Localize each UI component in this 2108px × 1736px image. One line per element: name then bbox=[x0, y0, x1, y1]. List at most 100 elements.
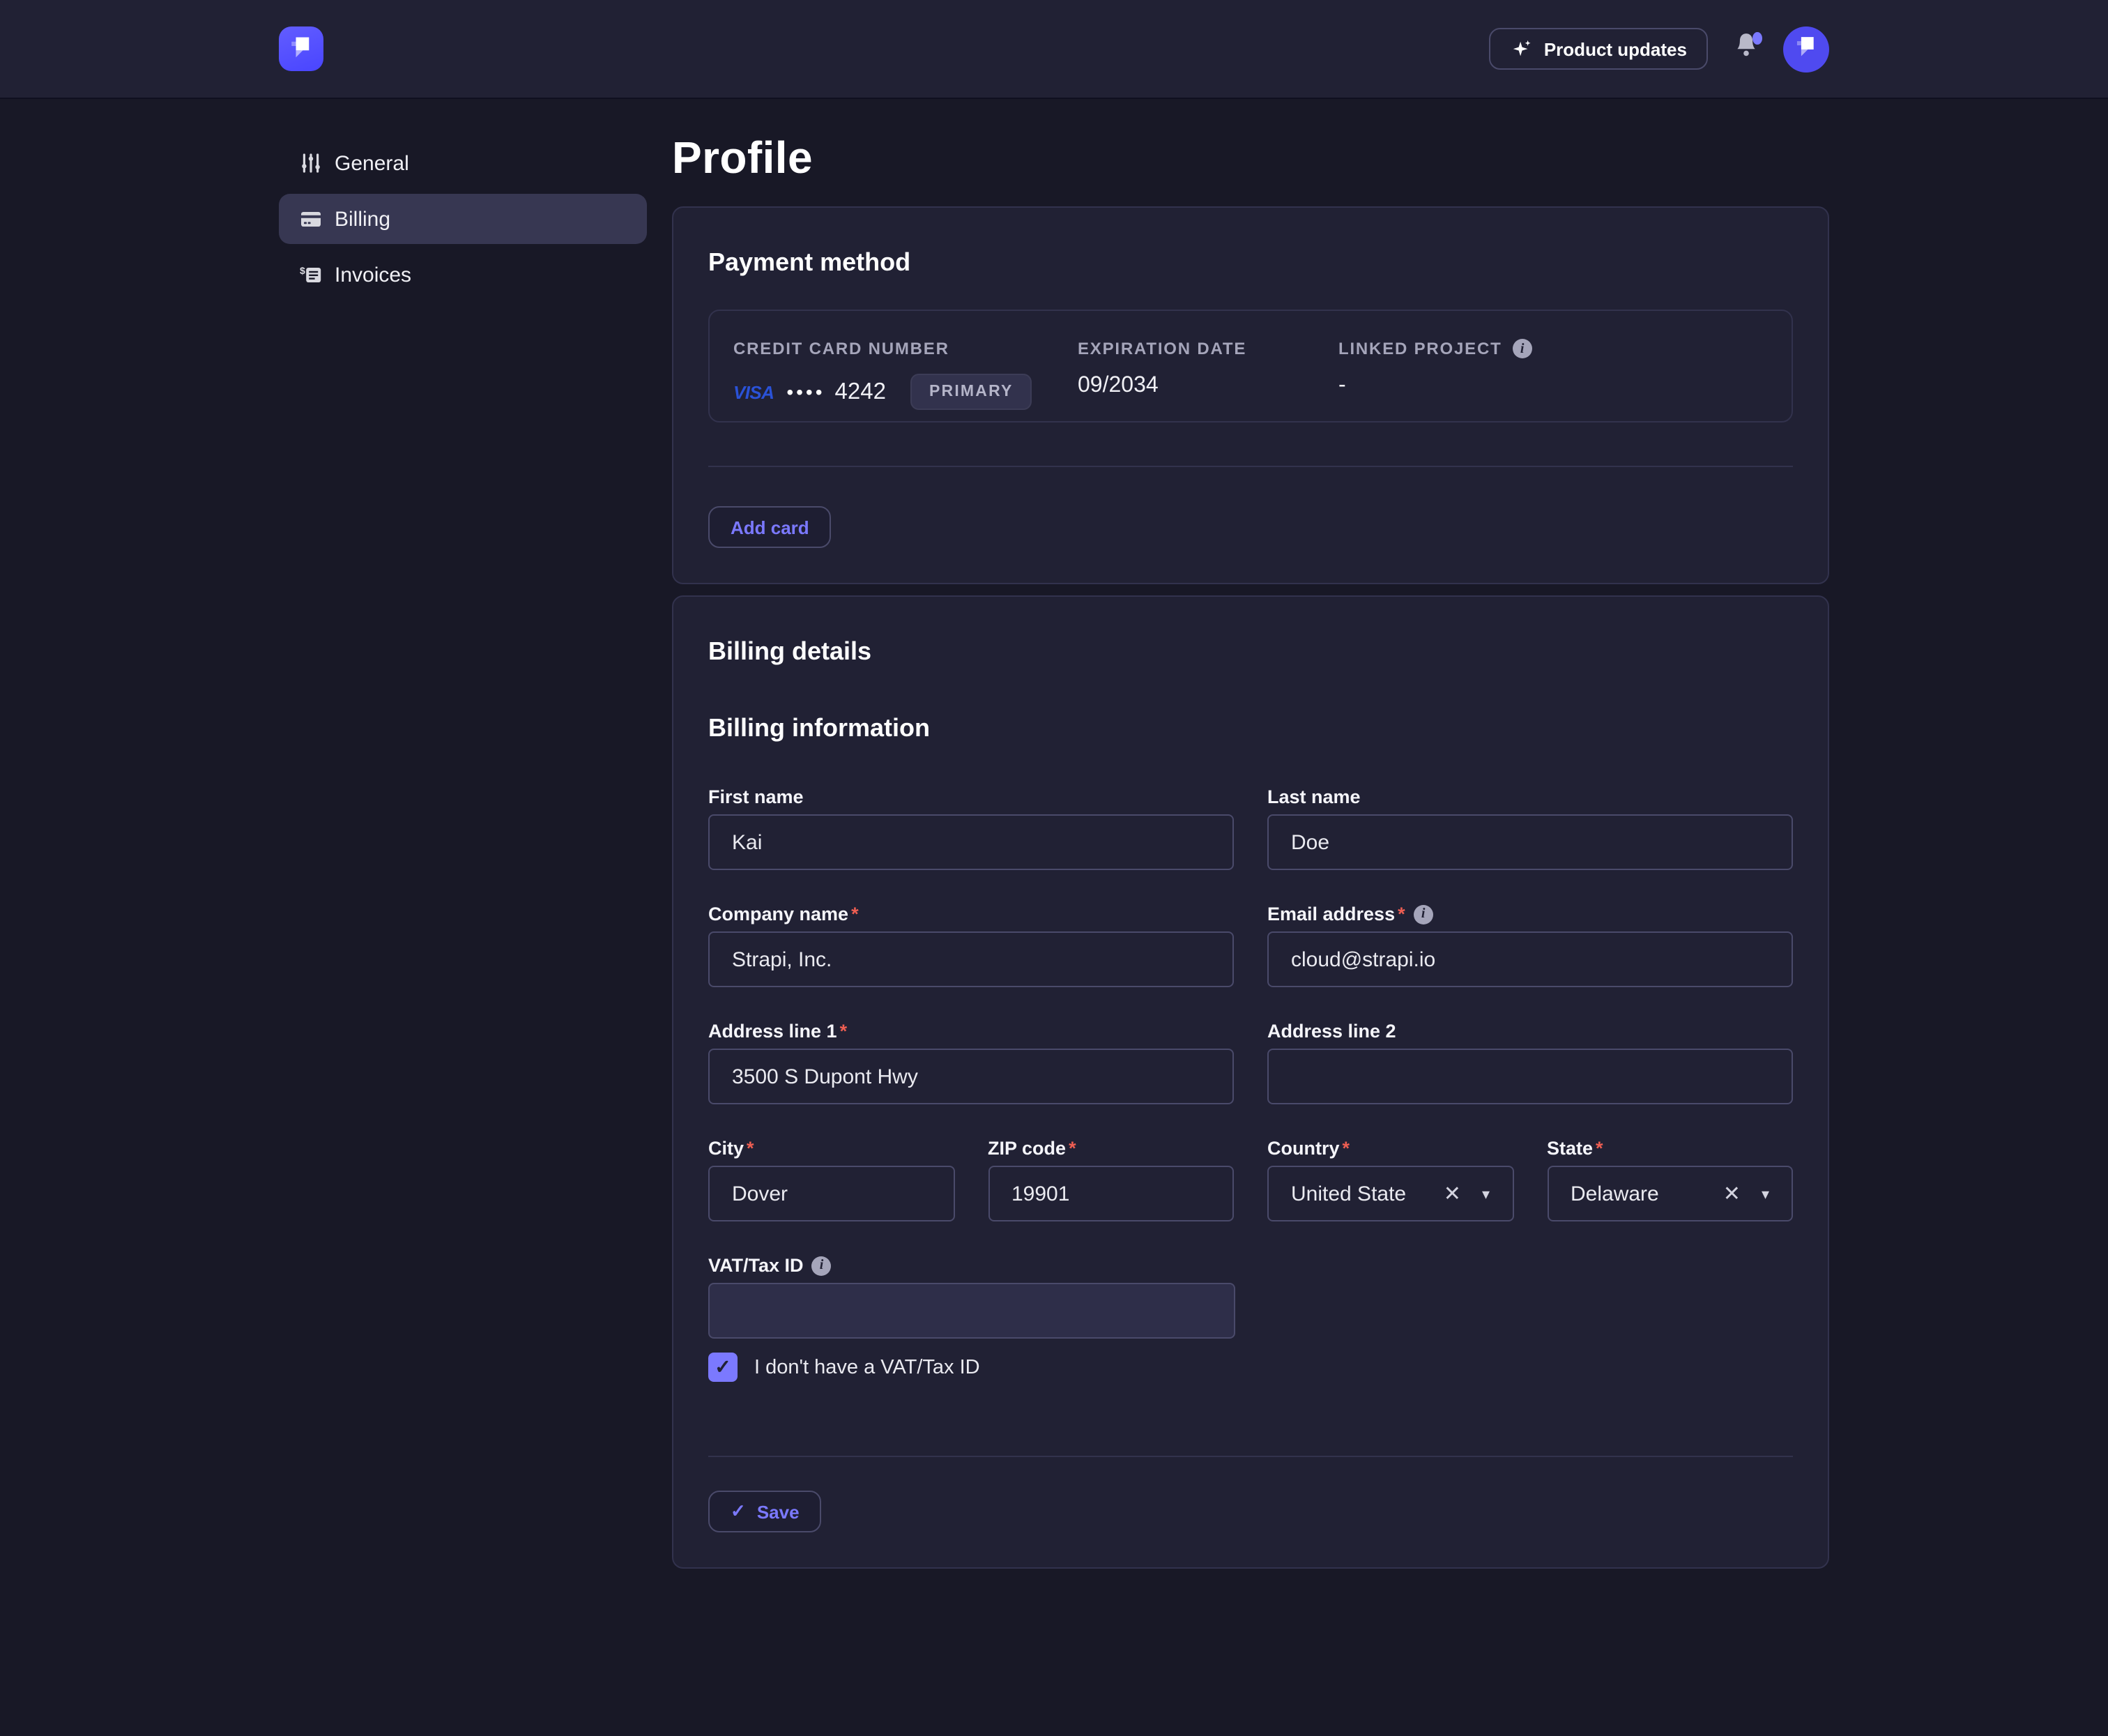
expiration-value: 09/2034 bbox=[1078, 374, 1338, 399]
address1-input[interactable] bbox=[708, 1049, 1234, 1104]
last-name-input[interactable] bbox=[1267, 814, 1793, 870]
payment-divider bbox=[708, 466, 1793, 467]
strapi-logo-icon bbox=[287, 31, 315, 66]
visa-logo: VISA bbox=[733, 381, 774, 402]
chevron-down-icon[interactable]: ▾ bbox=[1482, 1185, 1490, 1203]
zip-label: ZIP code bbox=[988, 1136, 1066, 1160]
vat-checkbox[interactable]: ✓ bbox=[708, 1353, 738, 1382]
billing-form: First name Last name Company name bbox=[708, 785, 1793, 1532]
info-icon[interactable]: i bbox=[1414, 904, 1433, 924]
sidebar-item-label: Invoices bbox=[335, 263, 411, 287]
info-icon[interactable]: i bbox=[1513, 339, 1533, 358]
invoice-icon: $ bbox=[300, 264, 322, 286]
chevron-down-icon[interactable]: ▾ bbox=[1762, 1185, 1769, 1203]
country-value: United State bbox=[1291, 1182, 1444, 1205]
save-button[interactable]: ✓ Save bbox=[708, 1491, 822, 1532]
country-label: Country bbox=[1267, 1136, 1340, 1160]
sidebar-item-invoices[interactable]: $ Invoices bbox=[279, 250, 647, 300]
user-avatar-button[interactable] bbox=[1783, 26, 1829, 72]
required-asterisk: * bbox=[1343, 1136, 1350, 1160]
billing-information-title: Billing information bbox=[708, 713, 1793, 743]
strapi-logo[interactable] bbox=[279, 26, 323, 71]
product-updates-label: Product updates bbox=[1544, 38, 1687, 59]
strapi-cloud-app: Product updates bbox=[0, 0, 2108, 1736]
linked-project-label: LINKED PROJECT bbox=[1338, 339, 1502, 358]
first-name-label: First name bbox=[708, 785, 804, 809]
sliders-icon bbox=[300, 152, 322, 174]
company-label: Company name bbox=[708, 902, 848, 926]
expiration-col: EXPIRATION DATE 09/2034 bbox=[1078, 339, 1338, 421]
first-name-field-group: First name bbox=[708, 785, 1234, 870]
clear-icon[interactable]: ✕ bbox=[1723, 1181, 1741, 1206]
city-input[interactable] bbox=[708, 1166, 954, 1221]
address1-field-group: Address line 1 * bbox=[708, 1019, 1234, 1104]
required-asterisk: * bbox=[851, 902, 859, 926]
address1-label: Address line 1 bbox=[708, 1019, 837, 1043]
vat-checkbox-row[interactable]: ✓ I don't have a VAT/Tax ID bbox=[708, 1353, 1793, 1382]
card-last4: 4242 bbox=[835, 379, 886, 405]
required-asterisk: * bbox=[1069, 1136, 1076, 1160]
page-content: General Billing $ bbox=[0, 99, 2108, 1569]
page-title: Profile bbox=[672, 132, 1829, 183]
address2-label: Address line 2 bbox=[1267, 1019, 1396, 1043]
billing-details-title: Billing details bbox=[708, 636, 1793, 667]
address2-field-group: Address line 2 bbox=[1267, 1019, 1793, 1104]
info-icon[interactable]: i bbox=[812, 1256, 832, 1275]
linked-project-col: LINKED PROJECT i - bbox=[1338, 339, 1768, 421]
svg-text:$: $ bbox=[300, 265, 305, 276]
city-field-group: City * bbox=[708, 1136, 954, 1221]
payment-method-card: Payment method CREDIT CARD NUMBER VISA •… bbox=[672, 206, 1829, 584]
save-label: Save bbox=[757, 1501, 800, 1522]
notification-dot bbox=[1752, 32, 1762, 45]
form-row-company-email: Company name * Email address * i bbox=[708, 902, 1793, 987]
zip-input[interactable] bbox=[988, 1166, 1234, 1221]
company-input[interactable] bbox=[708, 931, 1234, 987]
clear-icon[interactable]: ✕ bbox=[1444, 1181, 1461, 1206]
vat-checkbox-label: I don't have a VAT/Tax ID bbox=[754, 1356, 980, 1378]
country-select[interactable]: United State ✕ ▾ bbox=[1267, 1166, 1513, 1221]
first-name-input[interactable] bbox=[708, 814, 1234, 870]
billing-details-card: Billing details Billing information Firs… bbox=[672, 595, 1829, 1569]
email-input[interactable] bbox=[1267, 931, 1793, 987]
state-label: State bbox=[1547, 1136, 1593, 1160]
product-updates-button[interactable]: Product updates bbox=[1490, 28, 1708, 70]
last-name-label: Last name bbox=[1267, 785, 1361, 809]
vat-input[interactable] bbox=[708, 1283, 1235, 1339]
masked-digits: •••• bbox=[786, 381, 825, 403]
form-row-name: First name Last name bbox=[708, 785, 1793, 870]
avatar-strapi-icon bbox=[1793, 32, 1819, 66]
form-divider bbox=[708, 1456, 1793, 1457]
notifications-button[interactable] bbox=[1732, 33, 1759, 64]
company-field-group: Company name * bbox=[708, 902, 1234, 987]
linked-project-value: - bbox=[1338, 374, 1768, 399]
required-asterisk: * bbox=[747, 1136, 754, 1160]
last-name-field-group: Last name bbox=[1267, 785, 1793, 870]
form-row-location: City * ZIP code * bbox=[708, 1136, 1793, 1221]
sidebar-item-label: General bbox=[335, 151, 409, 175]
city-label: City bbox=[708, 1136, 744, 1160]
credit-card-icon bbox=[300, 208, 322, 230]
country-field-group: Country * United State ✕ ▾ bbox=[1267, 1136, 1513, 1221]
sidebar-item-general[interactable]: General bbox=[279, 138, 647, 188]
sparkles-icon bbox=[1511, 38, 1533, 60]
main-panel: Profile Payment method CREDIT CARD NUMBE… bbox=[672, 99, 1829, 1569]
address2-input[interactable] bbox=[1267, 1049, 1793, 1104]
credit-card-number-col: CREDIT CARD NUMBER VISA •••• 4242 PRIMAR… bbox=[733, 339, 1078, 421]
add-card-button[interactable]: Add card bbox=[708, 506, 832, 548]
required-asterisk: * bbox=[1596, 1136, 1603, 1160]
expiration-label: EXPIRATION DATE bbox=[1078, 339, 1338, 358]
email-field-group: Email address * i bbox=[1267, 902, 1793, 987]
form-row-vat: VAT/Tax ID i bbox=[708, 1254, 1793, 1339]
settings-sidebar: General Billing $ bbox=[279, 99, 647, 300]
sidebar-item-label: Billing bbox=[335, 207, 390, 231]
sidebar-item-billing[interactable]: Billing bbox=[279, 194, 647, 244]
header-actions: Product updates bbox=[1490, 26, 1829, 72]
email-label: Email address bbox=[1267, 902, 1395, 926]
primary-badge: PRIMARY bbox=[911, 374, 1032, 410]
state-select[interactable]: Delaware ✕ ▾ bbox=[1547, 1166, 1793, 1221]
credit-card-number-label: CREDIT CARD NUMBER bbox=[733, 339, 1078, 358]
zip-field-group: ZIP code * bbox=[988, 1136, 1234, 1221]
payment-method-title: Payment method bbox=[708, 247, 1793, 277]
app-header: Product updates bbox=[0, 0, 2108, 99]
required-asterisk: * bbox=[1398, 902, 1405, 926]
